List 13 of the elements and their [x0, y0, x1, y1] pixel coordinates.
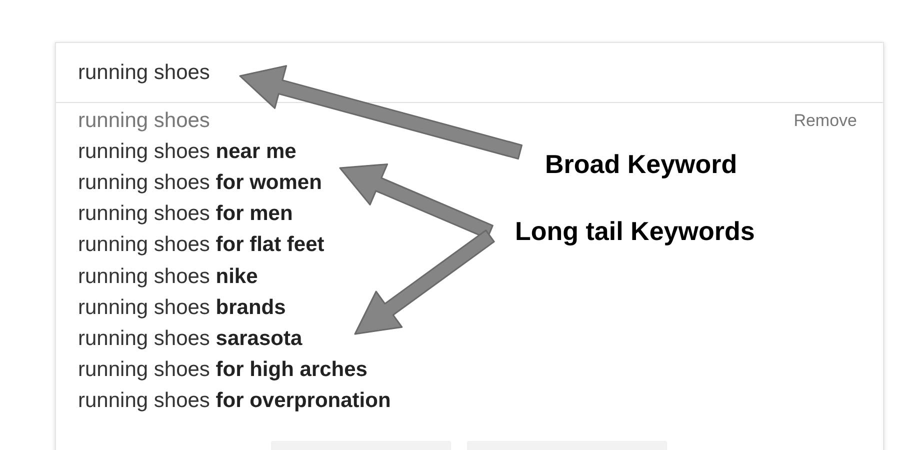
suggestion-item[interactable]: running shoes for women: [78, 170, 322, 195]
annotation-label: Broad Keyword: [545, 149, 738, 180]
suggestion-item[interactable]: running shoes near me: [78, 140, 296, 164]
suggestion-item[interactable]: running shoes for flat feet: [78, 233, 324, 258]
annotation-label: Long tail Keywords: [515, 216, 755, 247]
remove-link[interactable]: Remove: [794, 110, 857, 131]
suggestion-item[interactable]: running shoes nike: [78, 264, 258, 289]
suggestion-item[interactable]: running shoes for high arches: [78, 358, 368, 382]
suggestion-item[interactable]: running shoes brands: [78, 296, 286, 320]
suggestion-item[interactable]: running shoes for men: [78, 202, 293, 226]
suggestion-item[interactable]: running shoes sarasota: [78, 326, 302, 351]
suggestion-item[interactable]: running shoes: [78, 108, 210, 133]
suggestion-item[interactable]: running shoes for overpronation: [78, 389, 391, 414]
